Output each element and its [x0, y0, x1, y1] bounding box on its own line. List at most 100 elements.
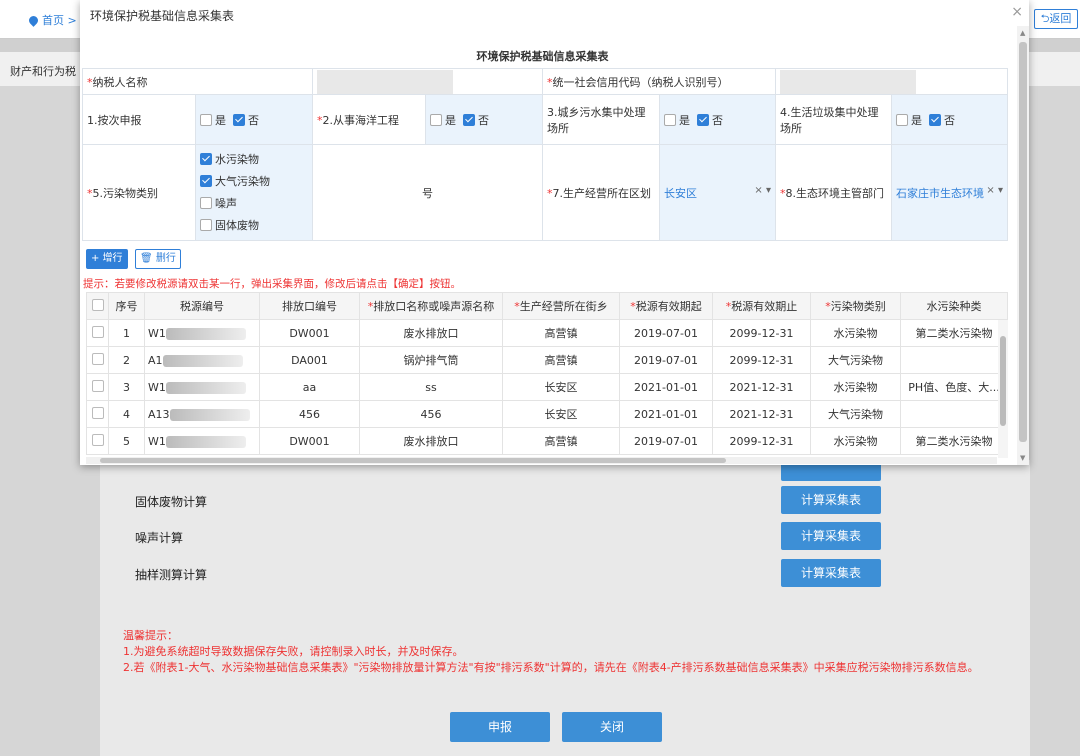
- row-street: 高营镇: [502, 346, 620, 374]
- calc-label-noise: 噪声计算: [135, 531, 184, 545]
- credit-code-label: *统一社会信用代码（纳税人识别号）: [542, 68, 776, 95]
- table-hscroll-thumb[interactable]: [100, 458, 726, 463]
- add-row-button[interactable]: + 增行: [86, 249, 128, 269]
- edit-hint: 提示：若要修改税源请双击某一行，弹出采集界面，修改后请点击【确定】按钮。: [83, 278, 461, 290]
- row-street: 长安区: [502, 373, 620, 401]
- submit-button[interactable]: 申报: [450, 712, 550, 742]
- close-icon[interactable]: ×: [1011, 4, 1023, 20]
- col-source: 税源编号: [144, 292, 260, 320]
- modal-title: 环境保护税基础信息采集表: [90, 9, 235, 23]
- water-pollutant-checkbox[interactable]: [200, 152, 212, 165]
- info-form: *纳税人名称 *统一社会信用代码（纳税人识别号） 1.按次申报 是 否 *2.从…: [82, 68, 1008, 241]
- q3-no-checkbox[interactable]: [697, 113, 709, 126]
- q8-label: *8.生态环境主管部门: [775, 144, 892, 241]
- q4-no-checkbox[interactable]: [929, 113, 941, 126]
- q4-options[interactable]: 是 否: [891, 94, 1008, 145]
- row-kind: 第二类水污染物: [900, 427, 1008, 455]
- row-street: 长安区: [502, 400, 620, 428]
- row-outlet: DW001: [259, 319, 360, 347]
- noise-checkbox[interactable]: [200, 196, 212, 209]
- scroll-up-icon[interactable]: ▲: [1020, 29, 1025, 37]
- row-category: 水污染物: [810, 373, 901, 401]
- table-row[interactable]: 1 W1 DW001 废水排放口 高营镇 2019-07-01 2099-12-…: [86, 319, 1008, 347]
- q2-options[interactable]: 是 否: [425, 94, 543, 145]
- row-checkbox[interactable]: [86, 319, 109, 347]
- table-row[interactable]: 2 A1 DA001 锅炉排气筒 高营镇 2019-07-01 2099-12-…: [86, 346, 1008, 374]
- q7-label: *7.生产经营所在区划: [542, 144, 660, 241]
- tips-title: 温馨提示：: [123, 629, 178, 642]
- row-category: 大气污染物: [810, 346, 901, 374]
- taxpayer-name-redacted: [317, 69, 453, 94]
- row-start: 2019-07-01: [619, 319, 713, 347]
- row-end: 2021-12-31: [712, 400, 811, 428]
- air-pollutant-checkbox[interactable]: [200, 174, 212, 187]
- q4-yes-checkbox[interactable]: [896, 113, 908, 126]
- calc-button-noise[interactable]: 计算采集表: [781, 522, 881, 550]
- district-clear-icon[interactable]: × ▾: [754, 185, 771, 196]
- row-start: 2021-01-01: [619, 373, 713, 401]
- row-outlet-name: 废水排放口: [359, 319, 503, 347]
- solid-waste-checkbox[interactable]: [200, 218, 212, 231]
- close-button[interactable]: 关闭: [562, 712, 662, 742]
- q2-no-checkbox[interactable]: [463, 113, 475, 126]
- modal-scrollbar[interactable]: ▲ ▼: [1017, 26, 1029, 465]
- row-kind: 第二类水污染物: [900, 319, 1008, 347]
- q1-options[interactable]: 是 否: [195, 94, 313, 145]
- row-end: 2099-12-31: [712, 319, 811, 347]
- row-street: 高营镇: [502, 319, 620, 347]
- col-kind: 水污染种类: [900, 292, 1008, 320]
- section-label: 财产和行为税: [10, 65, 76, 78]
- row-category: 水污染物: [810, 319, 901, 347]
- table-horizontal-scrollbar[interactable]: [86, 457, 997, 464]
- form-title: 环境保护税基础信息采集表: [476, 50, 609, 63]
- row-category: 大气污染物: [810, 400, 901, 428]
- calc-button-solid-waste[interactable]: 计算采集表: [781, 486, 881, 514]
- q3-options[interactable]: 是 否: [659, 94, 776, 145]
- q3-label: 3.城乡污水集中处理场所: [542, 94, 660, 145]
- scroll-down-icon[interactable]: ▼: [1020, 454, 1025, 462]
- env-dept-clear-icon[interactable]: × ▾: [986, 185, 1003, 196]
- row-checkbox[interactable]: [86, 373, 109, 401]
- q1-yes-checkbox[interactable]: [200, 113, 212, 126]
- modal-scroll-thumb[interactable]: [1019, 42, 1027, 442]
- row-no: 4: [108, 400, 145, 428]
- info-modal: 环境保护税基础信息采集表 × ▲ ▼ 环境保护税基础信息采集表 *纳税人名称 *…: [80, 0, 1029, 465]
- env-dept-select[interactable]: 石家庄市生态环境 × ▾: [891, 144, 1008, 241]
- calc-button-sampling[interactable]: 计算采集表: [781, 559, 881, 587]
- row-kind: [900, 346, 1008, 374]
- q2-yes-checkbox[interactable]: [430, 113, 442, 126]
- row-source: A1: [144, 346, 260, 374]
- col-category: *污染物类别: [810, 292, 901, 320]
- credit-code-redacted: [780, 69, 916, 94]
- table-vertical-scrollbar[interactable]: [998, 320, 1008, 458]
- col-outlet: 排放口编号: [259, 292, 360, 320]
- table-scroll-thumb[interactable]: [1000, 336, 1006, 426]
- table-row[interactable]: 3 W1 aa ss 长安区 2021-01-01 2021-12-31 水污染…: [86, 373, 1008, 401]
- table-row[interactable]: 5 W1 DW001 废水排放口 高营镇 2019-07-01 2099-12-…: [86, 427, 1008, 455]
- row-checkbox[interactable]: [86, 346, 109, 374]
- back-button[interactable]: ⮌返回: [1034, 9, 1078, 29]
- redacted-text: [165, 435, 246, 448]
- select-all-checkbox[interactable]: [86, 292, 109, 320]
- calc-label-solid-waste: 固体废物计算: [135, 495, 208, 509]
- row-no: 5: [108, 427, 145, 455]
- row-checkbox[interactable]: [86, 400, 109, 428]
- q3-yes-checkbox[interactable]: [664, 113, 676, 126]
- row-end: 2099-12-31: [712, 346, 811, 374]
- delete-row-button[interactable]: 🗑 删行: [135, 249, 181, 269]
- row-checkbox[interactable]: [86, 427, 109, 455]
- table-header: 序号 税源编号 排放口编号 *排放口名称或噪声源名称 *生产经营所在街乡 *税源…: [86, 292, 1008, 320]
- row-outlet-name: ss: [359, 373, 503, 401]
- district-select[interactable]: 长安区 × ▾: [659, 144, 776, 241]
- row-start: 2021-01-01: [619, 400, 713, 428]
- row-outlet: DA001: [259, 346, 360, 374]
- row-source: A13: [144, 400, 260, 428]
- q1-no-checkbox[interactable]: [233, 113, 245, 126]
- pollutant-options[interactable]: 水污染物 大气污染物 噪声 固体废物: [195, 144, 313, 241]
- table-row[interactable]: 4 A13 456 456 长安区 2021-01-01 2021-12-31 …: [86, 400, 1008, 428]
- row-kind: [900, 400, 1008, 428]
- taxpayer-name-label: *纳税人名称: [82, 68, 313, 95]
- taxpayer-name-value: [312, 68, 543, 95]
- breadcrumb-home[interactable]: 首页: [42, 14, 64, 27]
- row-end: 2021-12-31: [712, 373, 811, 401]
